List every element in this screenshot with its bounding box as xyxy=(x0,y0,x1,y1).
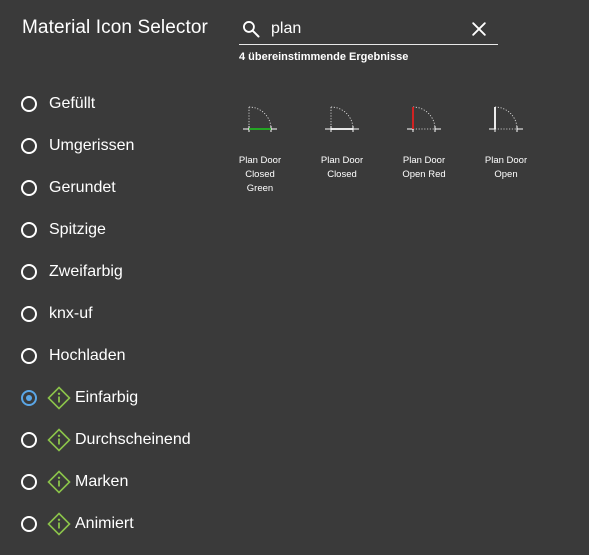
search-input[interactable] xyxy=(271,18,461,40)
icon-set-option[interactable]: Spitzige xyxy=(21,218,106,242)
radio-unselected[interactable] xyxy=(21,96,37,112)
icon-caption-line: Closed xyxy=(327,169,357,180)
radio-selected[interactable] xyxy=(21,390,37,406)
radio-unselected[interactable] xyxy=(21,264,37,280)
icon-result-tile[interactable]: Plan Door Closed Green xyxy=(232,103,288,196)
icon-set-option[interactable]: Umgerissen xyxy=(21,134,134,158)
radio-unselected[interactable] xyxy=(21,306,37,322)
icon-caption: Plan Door Open xyxy=(478,154,534,182)
icon-result-tile[interactable]: Plan Door Open xyxy=(478,103,534,182)
icon-set-label: Einfarbig xyxy=(75,389,139,406)
close-icon[interactable] xyxy=(469,19,489,39)
icon-set-label: knx-uf xyxy=(49,305,93,322)
icon-set-label: Hochladen xyxy=(49,347,126,364)
icon-set-label: Gefüllt xyxy=(49,95,96,112)
icon-caption: Plan Door Closed Green xyxy=(232,154,288,196)
icon-set-option[interactable]: Gefüllt xyxy=(21,92,95,116)
icon-result-tile[interactable]: Plan Door Open Red xyxy=(396,103,452,182)
plan-door-closed-green-icon xyxy=(243,106,277,132)
icon-set-label: Animiert xyxy=(75,515,134,532)
icon-set-option[interactable]: Gerundet xyxy=(21,176,116,200)
icon-caption-line: Plan Door xyxy=(238,155,282,166)
info-diamond-icon xyxy=(47,512,71,536)
plan-door-open-red-icon xyxy=(407,106,441,132)
info-diamond-icon xyxy=(47,386,71,410)
icon-set-option[interactable]: knx-uf xyxy=(21,302,93,326)
icon-caption-line: Green xyxy=(246,183,274,194)
icon-set-option[interactable]: Marken xyxy=(21,470,128,494)
radio-unselected[interactable] xyxy=(21,138,37,154)
radio-unselected[interactable] xyxy=(21,516,37,532)
icon-result-tile[interactable]: Plan Door Closed xyxy=(314,103,370,182)
radio-unselected[interactable] xyxy=(21,222,37,238)
radio-unselected[interactable] xyxy=(21,432,37,448)
info-diamond-icon xyxy=(47,428,71,452)
icon-caption-line: Open xyxy=(494,169,518,180)
icon-set-option[interactable]: Zweifarbig xyxy=(21,260,123,284)
icon-set-option[interactable]: Durchscheinend xyxy=(21,428,191,452)
icon-set-label: Zweifarbig xyxy=(49,263,123,280)
icon-set-option[interactable]: Einfarbig xyxy=(21,386,138,410)
radio-unselected[interactable] xyxy=(21,474,37,490)
result-count: 4 übereinstimmende Ergebnisse xyxy=(239,51,409,63)
info-diamond-icon xyxy=(47,470,71,494)
icon-set-label: Gerundet xyxy=(49,179,116,196)
search-icon xyxy=(243,21,260,38)
icon-set-option[interactable]: Animiert xyxy=(21,512,134,536)
icon-set-label: Marken xyxy=(75,473,129,490)
page-title: Material Icon Selector xyxy=(22,17,208,38)
plan-door-closed-icon xyxy=(325,106,359,132)
icon-caption: Plan Door Closed xyxy=(314,154,370,182)
icon-set-label: Spitzige xyxy=(49,221,106,238)
icon-caption-line: Plan Door xyxy=(402,155,446,166)
radio-unselected[interactable] xyxy=(21,180,37,196)
radio-unselected[interactable] xyxy=(21,348,37,364)
icon-caption-line: Plan Door xyxy=(320,155,364,166)
icon-set-label: Durchscheinend xyxy=(75,431,191,448)
icon-caption: Plan Door Open Red xyxy=(396,154,452,182)
icon-set-label: Umgerissen xyxy=(49,137,135,154)
icon-caption-line: Plan Door xyxy=(484,155,528,166)
search-bar[interactable] xyxy=(239,14,498,45)
icon-set-option[interactable]: Hochladen xyxy=(21,344,126,368)
plan-door-open-icon xyxy=(489,106,523,132)
icon-caption-line: Open Red xyxy=(402,169,446,180)
icon-caption-line: Closed xyxy=(245,169,275,180)
